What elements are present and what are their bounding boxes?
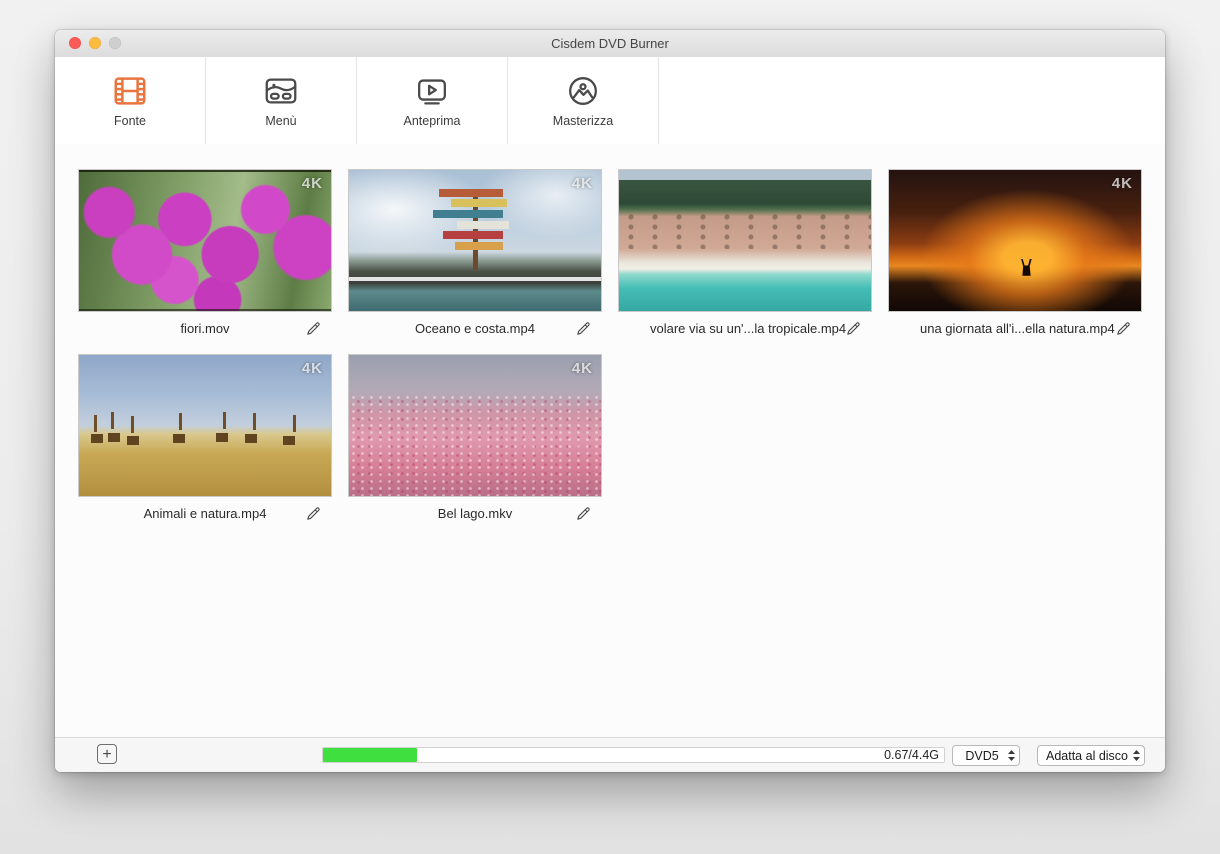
- video-thumbnail[interactable]: 4K: [888, 169, 1142, 312]
- file-name: Oceano e costa.mp4: [415, 321, 535, 336]
- tab-anteprima[interactable]: Anteprima: [357, 57, 508, 144]
- filmstrip-icon: [111, 72, 149, 110]
- edit-pencil-icon[interactable]: [305, 505, 322, 522]
- status-bar: + 0.67/4.4G DVD5 Adatta al disco: [55, 737, 1165, 772]
- file-card[interactable]: 4K fiori.mov: [78, 169, 332, 345]
- file-caption: Animali e natura.mp4: [78, 497, 332, 530]
- menu-template-icon: [262, 72, 300, 110]
- file-caption: fiori.mov: [78, 312, 332, 345]
- resolution-badge: 4K: [302, 175, 323, 192]
- add-file-button[interactable]: +: [97, 744, 117, 764]
- resolution-badge: 4K: [572, 175, 593, 192]
- file-caption: Bel lago.mkv: [348, 497, 602, 530]
- file-card[interactable]: 4K Bel lago.mkv: [348, 354, 602, 530]
- desktop-background: Cisdem DVD Burner Fonte: [0, 0, 1220, 854]
- file-card[interactable]: 4K Animali e natura.mp4: [78, 354, 332, 530]
- fit-to-disc-dropdown[interactable]: Adatta al disco: [1037, 745, 1145, 766]
- disc-type-value: DVD5: [953, 749, 1007, 763]
- title-bar[interactable]: Cisdem DVD Burner: [55, 30, 1165, 58]
- tab-label: Menù: [265, 114, 296, 128]
- video-thumbnail[interactable]: 4K: [348, 354, 602, 497]
- file-card[interactable]: volare via su un'...la tropicale.mp4: [618, 169, 872, 345]
- edit-pencil-icon[interactable]: [575, 320, 592, 337]
- app-window: Cisdem DVD Burner Fonte: [55, 30, 1165, 772]
- capacity-label: 0.67/4.4G: [884, 748, 939, 762]
- file-name: Bel lago.mkv: [438, 506, 512, 521]
- tab-menu[interactable]: Menù: [206, 57, 357, 144]
- toolbar: Fonte Menù Anteprima: [55, 57, 1165, 145]
- file-name: volare via su un'...la tropicale.mp4: [650, 321, 840, 336]
- tab-fonte[interactable]: Fonte: [55, 57, 206, 144]
- file-name: una giornata all'i...ella natura.mp4: [920, 321, 1110, 336]
- edit-pencil-icon[interactable]: [845, 320, 862, 337]
- tab-label: Anteprima: [404, 114, 461, 128]
- source-file-area: 4K fiori.mov 4K Oceano e costa.mp4: [55, 144, 1165, 738]
- file-name: fiori.mov: [180, 321, 229, 336]
- up-down-arrows-icon: [1007, 749, 1016, 762]
- video-thumbnail[interactable]: 4K: [78, 169, 332, 312]
- file-card[interactable]: 4K Oceano e costa.mp4: [348, 169, 602, 345]
- video-thumbnail[interactable]: [618, 169, 872, 312]
- resolution-badge: 4K: [1112, 175, 1133, 192]
- disc-type-dropdown[interactable]: DVD5: [952, 745, 1020, 766]
- resolution-badge: 4K: [302, 360, 323, 377]
- fit-option-value: Adatta al disco: [1038, 749, 1132, 763]
- video-thumbnail[interactable]: 4K: [78, 354, 332, 497]
- capacity-progress-fill: [323, 748, 417, 762]
- tab-label: Fonte: [114, 114, 146, 128]
- file-caption: una giornata all'i...ella natura.mp4: [888, 312, 1142, 345]
- capacity-progress-bar: 0.67/4.4G: [322, 747, 945, 763]
- tab-label: Masterizza: [553, 114, 613, 128]
- file-name: Animali e natura.mp4: [144, 506, 267, 521]
- edit-pencil-icon[interactable]: [575, 505, 592, 522]
- preview-play-icon: [413, 72, 451, 110]
- burn-disc-icon: [564, 72, 602, 110]
- window-title: Cisdem DVD Burner: [55, 30, 1165, 57]
- file-caption: volare via su un'...la tropicale.mp4: [618, 312, 872, 345]
- file-card[interactable]: 4K una giornata all'i...ella natura.mp4: [888, 169, 1142, 345]
- video-grid: 4K fiori.mov 4K Oceano e costa.mp4: [78, 169, 1142, 530]
- edit-pencil-icon[interactable]: [305, 320, 322, 337]
- edit-pencil-icon[interactable]: [1115, 320, 1132, 337]
- resolution-badge: 4K: [572, 360, 593, 377]
- up-down-arrows-icon: [1132, 749, 1141, 762]
- video-thumbnail[interactable]: 4K: [348, 169, 602, 312]
- tab-masterizza[interactable]: Masterizza: [508, 57, 659, 144]
- file-caption: Oceano e costa.mp4: [348, 312, 602, 345]
